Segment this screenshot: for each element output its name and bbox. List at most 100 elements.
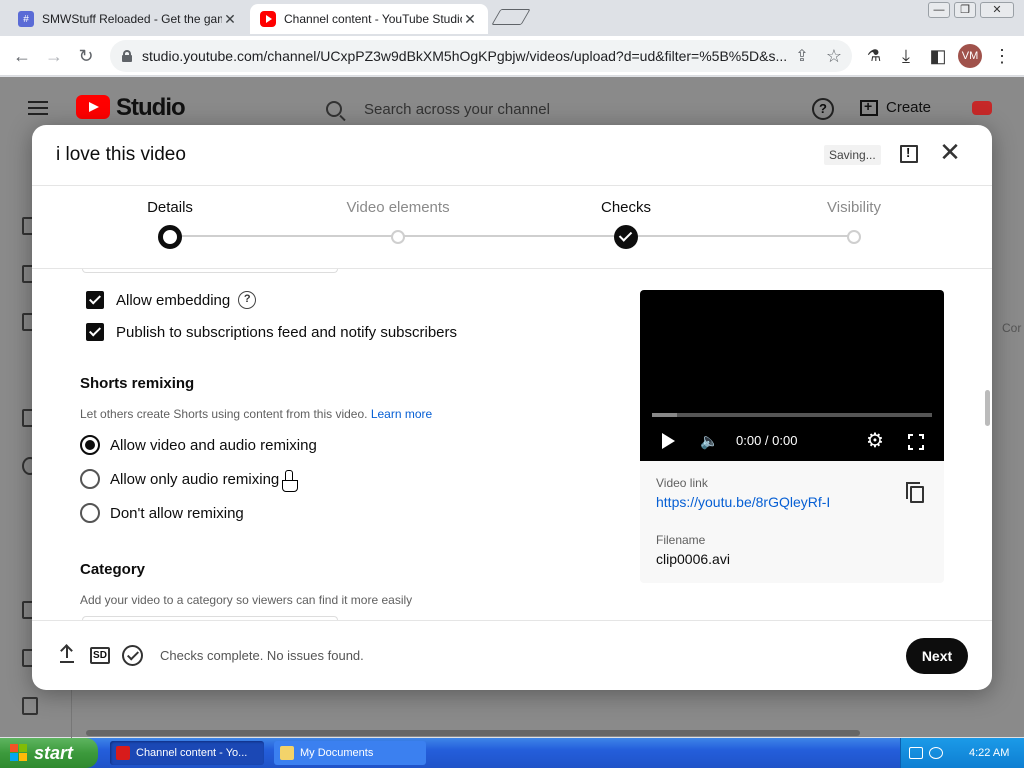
filename-label: Filename bbox=[656, 533, 706, 547]
progress-buffered bbox=[652, 413, 678, 417]
lab-flask-icon[interactable]: ⚗ bbox=[862, 44, 886, 68]
bookmark-star-icon[interactable]: ☆ bbox=[822, 44, 846, 68]
dialog-title: i love this video bbox=[56, 144, 186, 165]
step-todo-dot[interactable] bbox=[847, 230, 861, 244]
gear-icon[interactable]: ⚙ bbox=[866, 431, 884, 451]
start-label: start bbox=[34, 742, 74, 763]
allow-embedding-row[interactable]: Allow embedding ? bbox=[86, 291, 257, 309]
report-issue-icon[interactable] bbox=[900, 145, 918, 163]
radio-label: Don't allow remixing bbox=[110, 504, 244, 522]
windows-flag-icon bbox=[10, 744, 28, 762]
radio-label: Allow video and audio remixing bbox=[110, 436, 317, 454]
tray-clock: 4:22 AM bbox=[969, 747, 1010, 759]
remix-option-audio-only[interactable]: Allow only audio remixing bbox=[80, 469, 279, 489]
tab-close-icon[interactable]: ✕ bbox=[462, 11, 478, 28]
studio-brand: Studio bbox=[116, 94, 186, 121]
volume-icon[interactable]: 🔈 bbox=[700, 434, 720, 450]
tab-youtube-studio[interactable]: Channel content - YouTube Studio ✕ bbox=[250, 4, 488, 34]
taskbar-item-browser[interactable]: Channel content - Yo... bbox=[110, 741, 264, 765]
folder-icon bbox=[280, 746, 294, 760]
step-visibility[interactable]: Visibility bbox=[774, 199, 934, 219]
checkbox-checked[interactable] bbox=[86, 291, 104, 309]
shorts-remixing-description: Let others create Shorts using content f… bbox=[80, 407, 432, 421]
start-button[interactable]: start bbox=[0, 738, 98, 768]
copy-icon[interactable] bbox=[906, 482, 924, 503]
radio-label: Allow only audio remixing bbox=[110, 470, 280, 488]
radio-unselected[interactable] bbox=[80, 469, 100, 489]
keyboard-tray-icon[interactable] bbox=[909, 747, 923, 759]
details-scroll-area[interactable]: Allow embedding ? Publish to subscriptio… bbox=[32, 269, 992, 620]
step-current-dot[interactable] bbox=[158, 225, 182, 249]
upload-icon bbox=[60, 645, 74, 663]
upload-stepper: Details Video elements Checks Visibility bbox=[32, 185, 992, 268]
create-label: Create bbox=[886, 99, 932, 116]
browser-task-icon bbox=[116, 746, 130, 760]
step-label: Video elements bbox=[346, 199, 450, 216]
category-title: Category bbox=[80, 561, 146, 578]
channel-search[interactable]: Search across your channel bbox=[310, 95, 720, 123]
next-button[interactable]: Next bbox=[906, 638, 968, 674]
step-label: Checks bbox=[600, 199, 652, 216]
learn-more-link[interactable]: Learn more bbox=[371, 407, 432, 421]
tab-close-icon[interactable]: ✕ bbox=[222, 11, 238, 28]
field-border bbox=[82, 269, 338, 273]
forward-arrow-icon[interactable]: → bbox=[42, 44, 66, 68]
address-bar[interactable]: studio.youtube.com/channel/UCxpPZ3w9dBkX… bbox=[110, 40, 852, 72]
search-placeholder: Search across your channel bbox=[364, 100, 550, 118]
help-icon[interactable]: ? bbox=[812, 98, 834, 120]
remix-option-none[interactable]: Don't allow remixing bbox=[80, 503, 244, 523]
feedback-sidebar-icon[interactable] bbox=[22, 697, 38, 715]
step-checks[interactable]: Checks bbox=[546, 199, 706, 219]
horizontal-scrollbar[interactable] bbox=[86, 730, 860, 736]
back-arrow-icon[interactable]: ← bbox=[10, 44, 34, 68]
close-icon[interactable]: ✕ bbox=[936, 139, 964, 167]
checks-status: Checks complete. No issues found. bbox=[160, 648, 364, 663]
video-preview-card: 🔈 0:00 / 0:00 ⚙ Video link https://youtu… bbox=[640, 290, 944, 583]
vertical-scrollbar[interactable] bbox=[985, 390, 990, 426]
create-button[interactable]: Create bbox=[860, 98, 932, 116]
step-video-elements[interactable]: Video elements bbox=[318, 199, 478, 219]
hamburger-menu-icon[interactable] bbox=[28, 101, 48, 115]
side-panel-icon[interactable]: ◧ bbox=[926, 44, 950, 68]
step-details[interactable]: Details bbox=[90, 199, 250, 219]
profile-avatar[interactable]: VM bbox=[958, 44, 982, 68]
shorts-remixing-title: Shorts remixing bbox=[80, 375, 195, 392]
tray-arrow-icon[interactable] bbox=[929, 747, 943, 759]
browser-toolbar: ← → ↻ studio.youtube.com/channel/UCxpPZ3… bbox=[0, 36, 1024, 76]
tab-title: SMWStuff Reloaded - Get the game bbox=[42, 12, 222, 26]
radio-unselected[interactable] bbox=[80, 503, 100, 523]
help-icon[interactable]: ? bbox=[238, 291, 257, 309]
restore-button[interactable]: ❐ bbox=[954, 2, 976, 18]
remix-option-video-audio[interactable]: Allow video and audio remixing bbox=[80, 435, 317, 455]
window-close-button[interactable]: ✕ bbox=[980, 2, 1014, 18]
video-link[interactable]: https://youtu.be/8rGQleyRf-I bbox=[656, 494, 830, 510]
play-icon[interactable] bbox=[662, 433, 675, 449]
task-label: My Documents bbox=[300, 747, 374, 759]
video-player[interactable]: 🔈 0:00 / 0:00 ⚙ bbox=[640, 290, 944, 461]
reload-icon[interactable]: ↻ bbox=[74, 44, 98, 68]
tab-smwstuff[interactable]: # SMWStuff Reloaded - Get the game ✕ bbox=[8, 4, 248, 34]
address-url[interactable]: studio.youtube.com/channel/UCxpPZ3w9dBkX… bbox=[142, 48, 852, 64]
youtube-favicon-icon bbox=[260, 11, 276, 27]
channel-avatar-icon[interactable] bbox=[972, 101, 992, 115]
video-progress-bar[interactable] bbox=[652, 413, 932, 417]
fullscreen-icon[interactable] bbox=[908, 434, 924, 450]
step-complete-check-icon[interactable] bbox=[614, 225, 638, 249]
saving-indicator: Saving... bbox=[824, 145, 881, 165]
video-time: 0:00 / 0:00 bbox=[736, 433, 798, 448]
browser-menu-icon[interactable]: ⋮ bbox=[990, 44, 1014, 68]
filename-value: clip0006.avi bbox=[656, 551, 730, 567]
minimize-button[interactable]: — bbox=[928, 2, 950, 18]
download-icon[interactable]: ⤓ bbox=[894, 44, 918, 68]
checkbox-checked[interactable] bbox=[86, 323, 104, 341]
publish-to-subscriptions-row[interactable]: Publish to subscriptions feed and notify… bbox=[86, 323, 457, 341]
share-icon[interactable]: ⇪ bbox=[790, 44, 814, 68]
description-text: Let others create Shorts using content f… bbox=[80, 407, 368, 421]
taskbar-item-my-documents[interactable]: My Documents bbox=[274, 741, 426, 765]
smwstuff-favicon-icon: # bbox=[18, 11, 34, 27]
checks-complete-icon bbox=[122, 645, 143, 666]
step-todo-dot[interactable] bbox=[391, 230, 405, 244]
task-label: Channel content - Yo... bbox=[136, 747, 248, 759]
radio-selected[interactable] bbox=[80, 435, 100, 455]
new-tab-button[interactable] bbox=[491, 9, 531, 25]
